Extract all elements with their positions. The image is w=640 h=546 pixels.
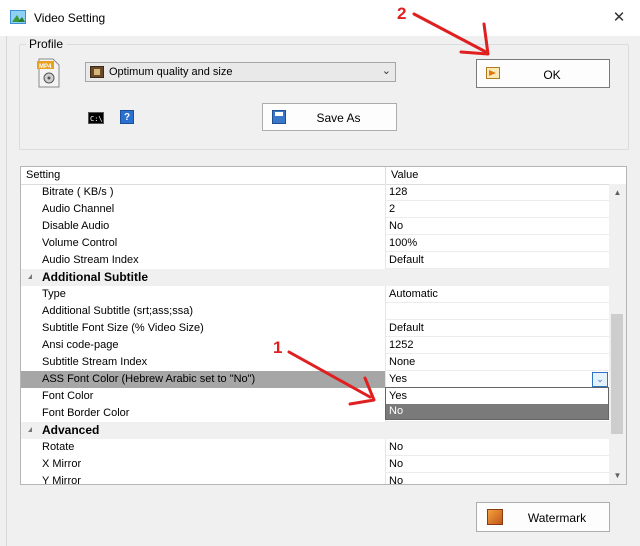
header-divider[interactable]: [385, 167, 386, 184]
setting-value[interactable]: No: [389, 220, 403, 232]
column-divider: [385, 439, 386, 456]
column-divider: [385, 303, 386, 320]
setting-name: Additional Subtitle (srt;ass;ssa): [42, 305, 194, 317]
grid-row[interactable]: ⌄ ASS Font Color (Hebrew Arabic set to "N…: [21, 371, 610, 388]
scroll-thumb[interactable]: [611, 314, 623, 434]
grid-row[interactable]: Y Mirror No: [21, 473, 610, 485]
scroll-up-arrow-icon[interactable]: ▲: [609, 184, 626, 201]
setting-name: Subtitle Font Size (% Video Size): [42, 322, 204, 334]
grid-row[interactable]: Additional Subtitle (srt;ass;ssa): [21, 303, 610, 320]
svg-text:MP4: MP4: [39, 64, 52, 70]
grid-header: Setting Value: [21, 167, 626, 185]
column-divider: [385, 201, 386, 218]
chevron-down-icon: ⌄: [381, 65, 391, 77]
help-icon[interactable]: ?: [120, 110, 134, 124]
column-divider: [385, 286, 386, 303]
setting-name: ASS Font Color (Hebrew Arabic set to "No…: [42, 373, 256, 385]
grid-row[interactable]: X Mirror No: [21, 456, 610, 473]
grid-category-row[interactable]: Additional Subtitle: [21, 269, 610, 286]
grid-category-row[interactable]: Advanced: [21, 422, 610, 439]
dropdown-option-no[interactable]: No: [386, 404, 608, 419]
annotation-label-2: 2: [397, 4, 407, 23]
setting-name: Additional Subtitle: [42, 270, 148, 284]
header-setting[interactable]: Setting: [26, 169, 60, 181]
grid-row[interactable]: Bitrate ( KB/s ) 128: [21, 184, 610, 201]
header-value[interactable]: Value: [391, 169, 418, 181]
setting-value[interactable]: 100%: [389, 237, 417, 249]
setting-name: Audio Channel: [42, 203, 115, 215]
grid-scrollbar[interactable]: ▲ ▼: [609, 184, 626, 484]
grid-row[interactable]: Audio Channel 2: [21, 201, 610, 218]
column-divider: [385, 320, 386, 337]
collapse-triangle-icon[interactable]: [28, 427, 32, 432]
mp4-file-icon: MP4: [37, 58, 60, 88]
setting-value[interactable]: No: [389, 441, 403, 453]
column-divider: [385, 184, 386, 201]
grid-row[interactable]: Ansi code-page 1252: [21, 337, 610, 354]
grid-row[interactable]: Audio Stream Index Default: [21, 252, 610, 269]
window-title: Video Setting: [34, 11, 106, 25]
font-color-dropdown-list: Yes No: [385, 387, 609, 420]
grid-row[interactable]: Volume Control 100%: [21, 235, 610, 252]
dropdown-option-yes[interactable]: Yes: [386, 389, 608, 404]
setting-value[interactable]: 2: [389, 203, 395, 215]
column-divider: [385, 235, 386, 252]
setting-value[interactable]: Default: [389, 254, 424, 266]
profile-select[interactable]: Optimum quality and size ⌄: [85, 62, 396, 82]
setting-name: Rotate: [42, 441, 75, 453]
annotation-label-1: 1: [273, 338, 283, 357]
ok-label: OK: [543, 68, 561, 82]
dropdown-chevron-icon[interactable]: ⌄: [592, 372, 608, 387]
ok-button[interactable]: OK: [476, 59, 610, 88]
column-divider: [385, 218, 386, 235]
grid-rows: Bitrate ( KB/s ) 128 Audio Channel 2 Disable…: [21, 184, 610, 485]
scroll-down-arrow-icon[interactable]: ▼: [609, 467, 626, 484]
setting-value[interactable]: No: [389, 458, 403, 470]
setting-value[interactable]: 1252: [389, 339, 413, 351]
profile-group-label: Profile: [26, 37, 67, 51]
app-icon: [10, 10, 26, 24]
setting-value[interactable]: 128: [389, 186, 407, 198]
setting-value[interactable]: None: [389, 356, 415, 368]
column-divider: [385, 473, 386, 484]
background-window-edge: [0, 36, 7, 546]
setting-name: Ansi code-page: [42, 339, 119, 351]
grid-row[interactable]: Subtitle Stream Index None: [21, 354, 610, 371]
setting-name: Advanced: [42, 423, 100, 437]
setting-name: Y Mirror: [42, 475, 81, 485]
selected-value-cell[interactable]: [386, 371, 610, 388]
setting-name: Disable Audio: [42, 220, 110, 232]
setting-value[interactable]: No: [389, 475, 403, 484]
setting-name: Volume Control: [42, 237, 118, 249]
column-divider: [385, 354, 386, 371]
setting-name: X Mirror: [42, 458, 82, 470]
settings-grid: Setting Value Bitrate ( KB/s ) 128 Audio C…: [20, 166, 627, 485]
setting-name: Font Color: [42, 390, 94, 402]
column-divider: [385, 252, 386, 269]
grid-row[interactable]: Type Automatic: [21, 286, 610, 303]
save-as-label: Save As: [316, 111, 361, 125]
film-icon: [90, 66, 104, 78]
setting-name: Type: [42, 288, 66, 300]
setting-name: Subtitle Stream Index: [42, 356, 148, 368]
profile-select-value: Optimum quality and size: [109, 66, 233, 78]
grid-row[interactable]: Disable Audio No: [21, 218, 610, 235]
collapse-triangle-icon[interactable]: [28, 274, 32, 279]
setting-value[interactable]: Automatic: [389, 288, 438, 300]
command-line-icon[interactable]: C:\: [88, 112, 104, 124]
grid-row[interactable]: Rotate No: [21, 439, 610, 456]
grid-row[interactable]: Subtitle Font Size (% Video Size) Default: [21, 320, 610, 337]
setting-name: Bitrate ( KB/s ): [42, 186, 114, 198]
save-as-button[interactable]: Save As: [262, 103, 397, 131]
column-divider: [385, 456, 386, 473]
setting-name: Font Border Color: [42, 407, 130, 419]
setting-name: Audio Stream Index: [42, 254, 139, 266]
watermark-button[interactable]: Watermark: [476, 502, 610, 532]
watermark-label: Watermark: [527, 511, 587, 525]
setting-value[interactable]: Default: [389, 322, 424, 334]
column-divider: [385, 337, 386, 354]
close-button[interactable]: ✕: [606, 6, 632, 30]
setting-value[interactable]: Yes: [389, 373, 407, 385]
